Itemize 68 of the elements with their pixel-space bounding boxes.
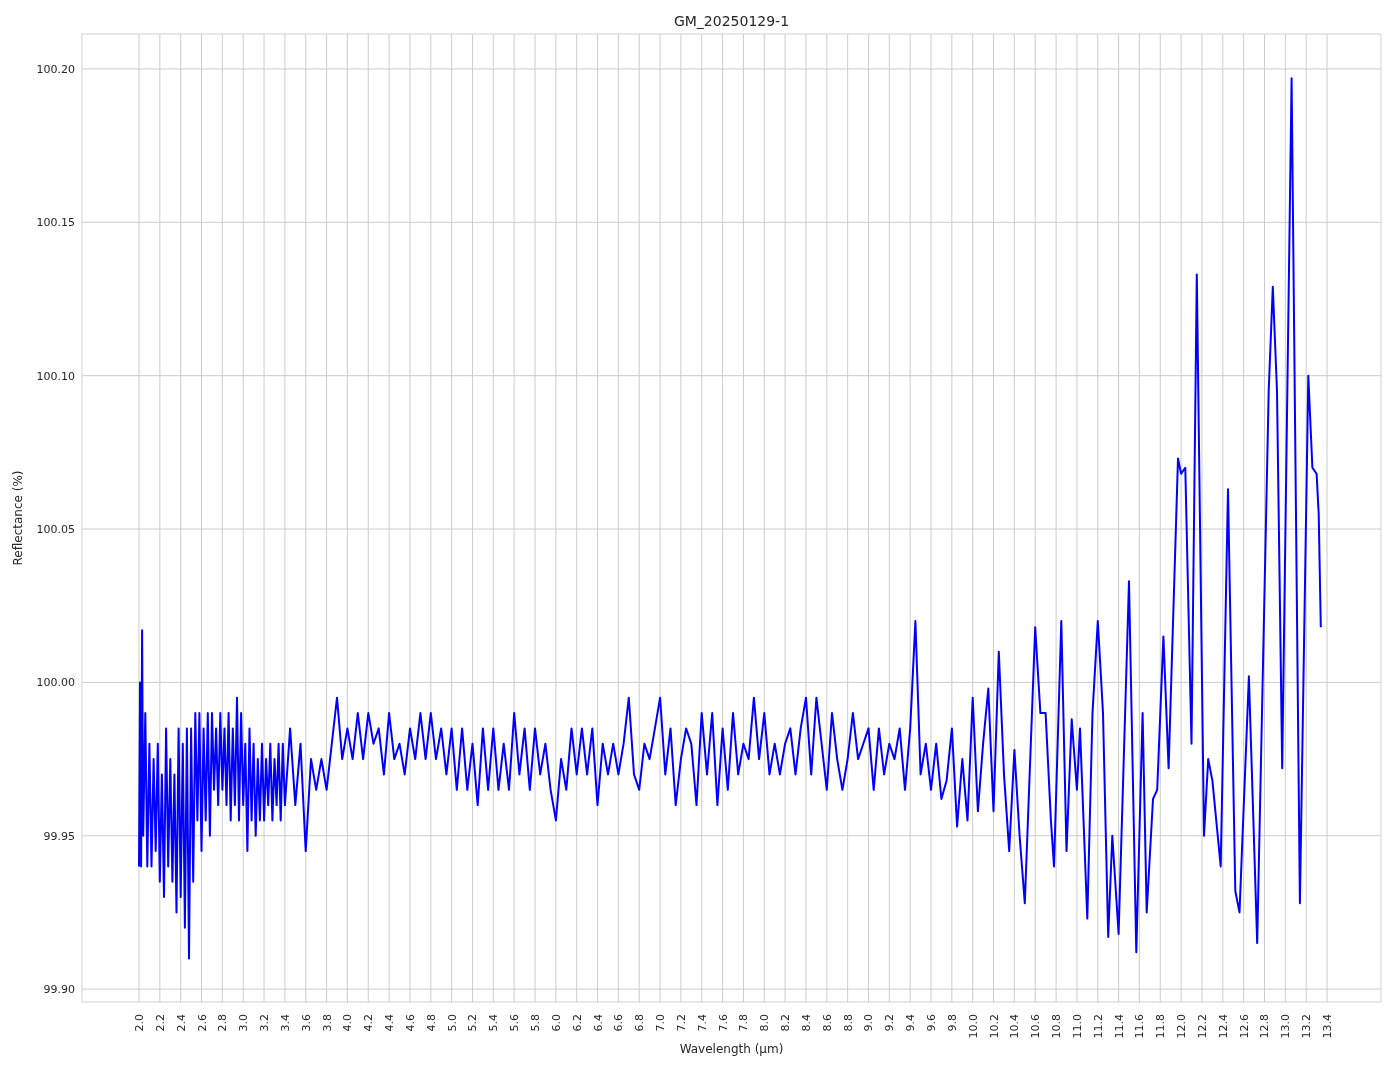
tick-label: 11.4	[1112, 1014, 1126, 1039]
tick-label: 12.6	[1237, 1014, 1251, 1039]
tick-label: 3.0	[237, 1014, 251, 1032]
tick-label: 3.4	[278, 1014, 292, 1032]
tick-label: 4.4	[383, 1014, 397, 1032]
tick-label: 9.0	[862, 1014, 876, 1032]
tick-label: 9.8	[945, 1014, 959, 1032]
tick-label: 6.6	[612, 1014, 626, 1032]
tick-label: 5.2	[466, 1014, 480, 1032]
tick-label: 9.4	[904, 1014, 918, 1032]
tick-label: 3.8	[320, 1014, 334, 1032]
tick-label: 4.8	[424, 1014, 438, 1032]
tick-label: 5.0	[445, 1014, 459, 1032]
tick-label: 11.0	[1070, 1014, 1084, 1039]
tick-label: 10.2	[987, 1014, 1001, 1039]
tick-label: 6.4	[591, 1014, 605, 1032]
tick-label: 9.6	[925, 1014, 938, 1032]
tick-label: 2.8	[216, 1014, 230, 1032]
tick-label: 100.10	[36, 369, 75, 383]
tick-label: 11.2	[1091, 1014, 1105, 1039]
tick-label: 100.05	[36, 523, 75, 537]
tick-label: 100.15	[36, 216, 75, 230]
tick-label: 5.4	[487, 1014, 501, 1032]
tick-label: 8.0	[758, 1014, 772, 1032]
axis-title: Reflectance (%)	[11, 470, 25, 566]
tick-label: 4.0	[341, 1014, 355, 1032]
tick-label: 9.2	[883, 1014, 897, 1032]
tick-label: 8.2	[779, 1014, 793, 1032]
tick-label: 13.0	[1279, 1014, 1293, 1039]
tick-label: 10.8	[1050, 1014, 1064, 1039]
tick-label: 7.4	[695, 1014, 709, 1032]
tick-label: 4.2	[362, 1014, 376, 1032]
chart-title: GM_20250129-1	[673, 13, 790, 29]
tick-label: 7.8	[737, 1014, 751, 1032]
tick-label: 10.6	[1029, 1014, 1043, 1039]
tick-label: 12.2	[1195, 1014, 1209, 1039]
tick-label: 100.00	[36, 676, 75, 690]
tick-label: 7.6	[716, 1014, 730, 1032]
tick-label: 11.8	[1154, 1014, 1168, 1039]
tick-label: 6.2	[570, 1014, 584, 1032]
tick-label: 6.0	[549, 1014, 563, 1032]
axis-title: Wavelength (µm)	[679, 1042, 784, 1056]
tick-label: 8.6	[820, 1014, 834, 1032]
tick-label: 2.0	[133, 1014, 146, 1032]
tick-label: 4.6	[403, 1014, 417, 1032]
tick-label: 2.2	[153, 1014, 167, 1032]
tick-label: 2.4	[174, 1014, 188, 1032]
tick-label: 5.8	[529, 1014, 542, 1032]
tick-label: 13.2	[1300, 1014, 1314, 1039]
tick-label: 6.8	[633, 1014, 647, 1032]
tick-label: 10.0	[966, 1014, 980, 1039]
tick-label: 10.4	[1008, 1014, 1022, 1039]
tick-label: 3.2	[258, 1014, 272, 1032]
tick-label: 11.6	[1133, 1014, 1147, 1039]
tick-label: 12.8	[1258, 1014, 1272, 1039]
tick-label: 12.0	[1175, 1014, 1189, 1039]
tick-label: 7.0	[654, 1014, 668, 1032]
tick-label: 99.95	[43, 829, 75, 843]
tick-label: 3.6	[299, 1014, 313, 1032]
tick-label: 13.4	[1321, 1014, 1334, 1039]
tick-label: 7.2	[674, 1014, 688, 1032]
tick-label: 12.4	[1216, 1014, 1230, 1039]
tick-label: 8.8	[841, 1014, 855, 1032]
tick-label: 8.4	[799, 1014, 813, 1032]
tick-label: 5.6	[508, 1014, 522, 1032]
tick-label: 100.20	[36, 62, 75, 76]
tick-label: 99.90	[43, 983, 75, 997]
tick-label: 2.6	[195, 1014, 209, 1032]
